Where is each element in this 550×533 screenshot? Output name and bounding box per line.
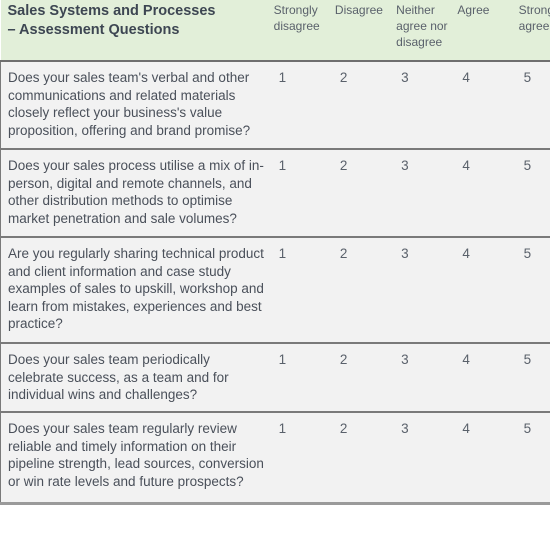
question-row: Does your sales process utilise a mix of…: [0, 149, 550, 238]
scale-header-line: agree: [518, 19, 550, 33]
header-title-cell: Sales Systems and Processes – Assessment…: [1, 0, 274, 61]
score-option-1[interactable]: 1: [273, 412, 335, 505]
score-option-2[interactable]: 2: [334, 343, 397, 413]
score-option-2[interactable]: 2: [334, 149, 397, 238]
table-title: Sales Systems and Processes: [7, 3, 216, 19]
score-option-3[interactable]: 3: [396, 412, 458, 505]
score-option-3[interactable]: 3: [396, 61, 458, 150]
table-subtitle: – Assessment Questions: [7, 22, 180, 38]
score-option-4[interactable]: 4: [457, 412, 519, 505]
scale-header-strongly-disagree: Strongly disagree: [274, 0, 335, 61]
question-text: Does your sales process utilise a mix of…: [0, 149, 274, 238]
score-option-3[interactable]: 3: [396, 149, 458, 238]
question-row: Are you regularly sharing technical prod…: [0, 237, 550, 344]
score-option-1[interactable]: 1: [273, 149, 335, 238]
scale-header-line: Agree: [457, 3, 490, 17]
score-option-2[interactable]: 2: [334, 61, 397, 150]
scale-header-neither: Neither agree nor disagree: [396, 0, 457, 61]
score-option-4[interactable]: 4: [457, 343, 519, 413]
question-row: Does your sales team regularly review re…: [0, 412, 550, 505]
scale-header-line: agree nor: [396, 19, 448, 33]
scale-header-agree: Agree: [457, 0, 518, 61]
question-row: Does your sales team's verbal and other …: [0, 61, 550, 150]
score-option-4[interactable]: 4: [457, 61, 519, 150]
scale-header-line: Strongly: [518, 3, 550, 17]
score-option-3[interactable]: 3: [396, 237, 458, 344]
score-option-5[interactable]: 5: [518, 343, 550, 413]
score-option-5[interactable]: 5: [518, 237, 550, 344]
score-option-4[interactable]: 4: [457, 149, 519, 238]
score-option-5[interactable]: 5: [518, 61, 550, 150]
question-text: Does your sales team regularly review re…: [0, 412, 274, 505]
scale-header-line: Strongly: [273, 3, 318, 17]
score-option-3[interactable]: 3: [396, 343, 458, 413]
scale-header-line: disagree: [273, 19, 320, 33]
scale-header-disagree: Disagree: [335, 0, 396, 61]
scale-header-line: Neither: [396, 3, 435, 17]
score-option-2[interactable]: 2: [334, 237, 397, 344]
score-option-1[interactable]: 1: [273, 61, 335, 150]
scale-header-strongly-agree: Strongly agree: [519, 0, 550, 61]
table-header-row: Sales Systems and Processes – Assessment…: [0, 0, 550, 61]
score-option-1[interactable]: 1: [273, 343, 335, 413]
question-text: Does your sales team periodically celebr…: [0, 343, 274, 413]
assessment-table: Sales Systems and Processes – Assessment…: [0, 0, 550, 505]
score-option-4[interactable]: 4: [457, 237, 519, 344]
question-text: Are you regularly sharing technical prod…: [0, 237, 274, 344]
question-row: Does your sales team periodically celebr…: [0, 343, 550, 413]
score-option-1[interactable]: 1: [273, 237, 335, 344]
question-text: Does your sales team's verbal and other …: [0, 61, 274, 150]
score-option-5[interactable]: 5: [518, 412, 550, 505]
scale-header-line: Disagree: [334, 3, 383, 17]
score-option-5[interactable]: 5: [518, 149, 550, 238]
scale-header-line: disagree: [396, 35, 443, 49]
score-option-2[interactable]: 2: [334, 412, 397, 505]
